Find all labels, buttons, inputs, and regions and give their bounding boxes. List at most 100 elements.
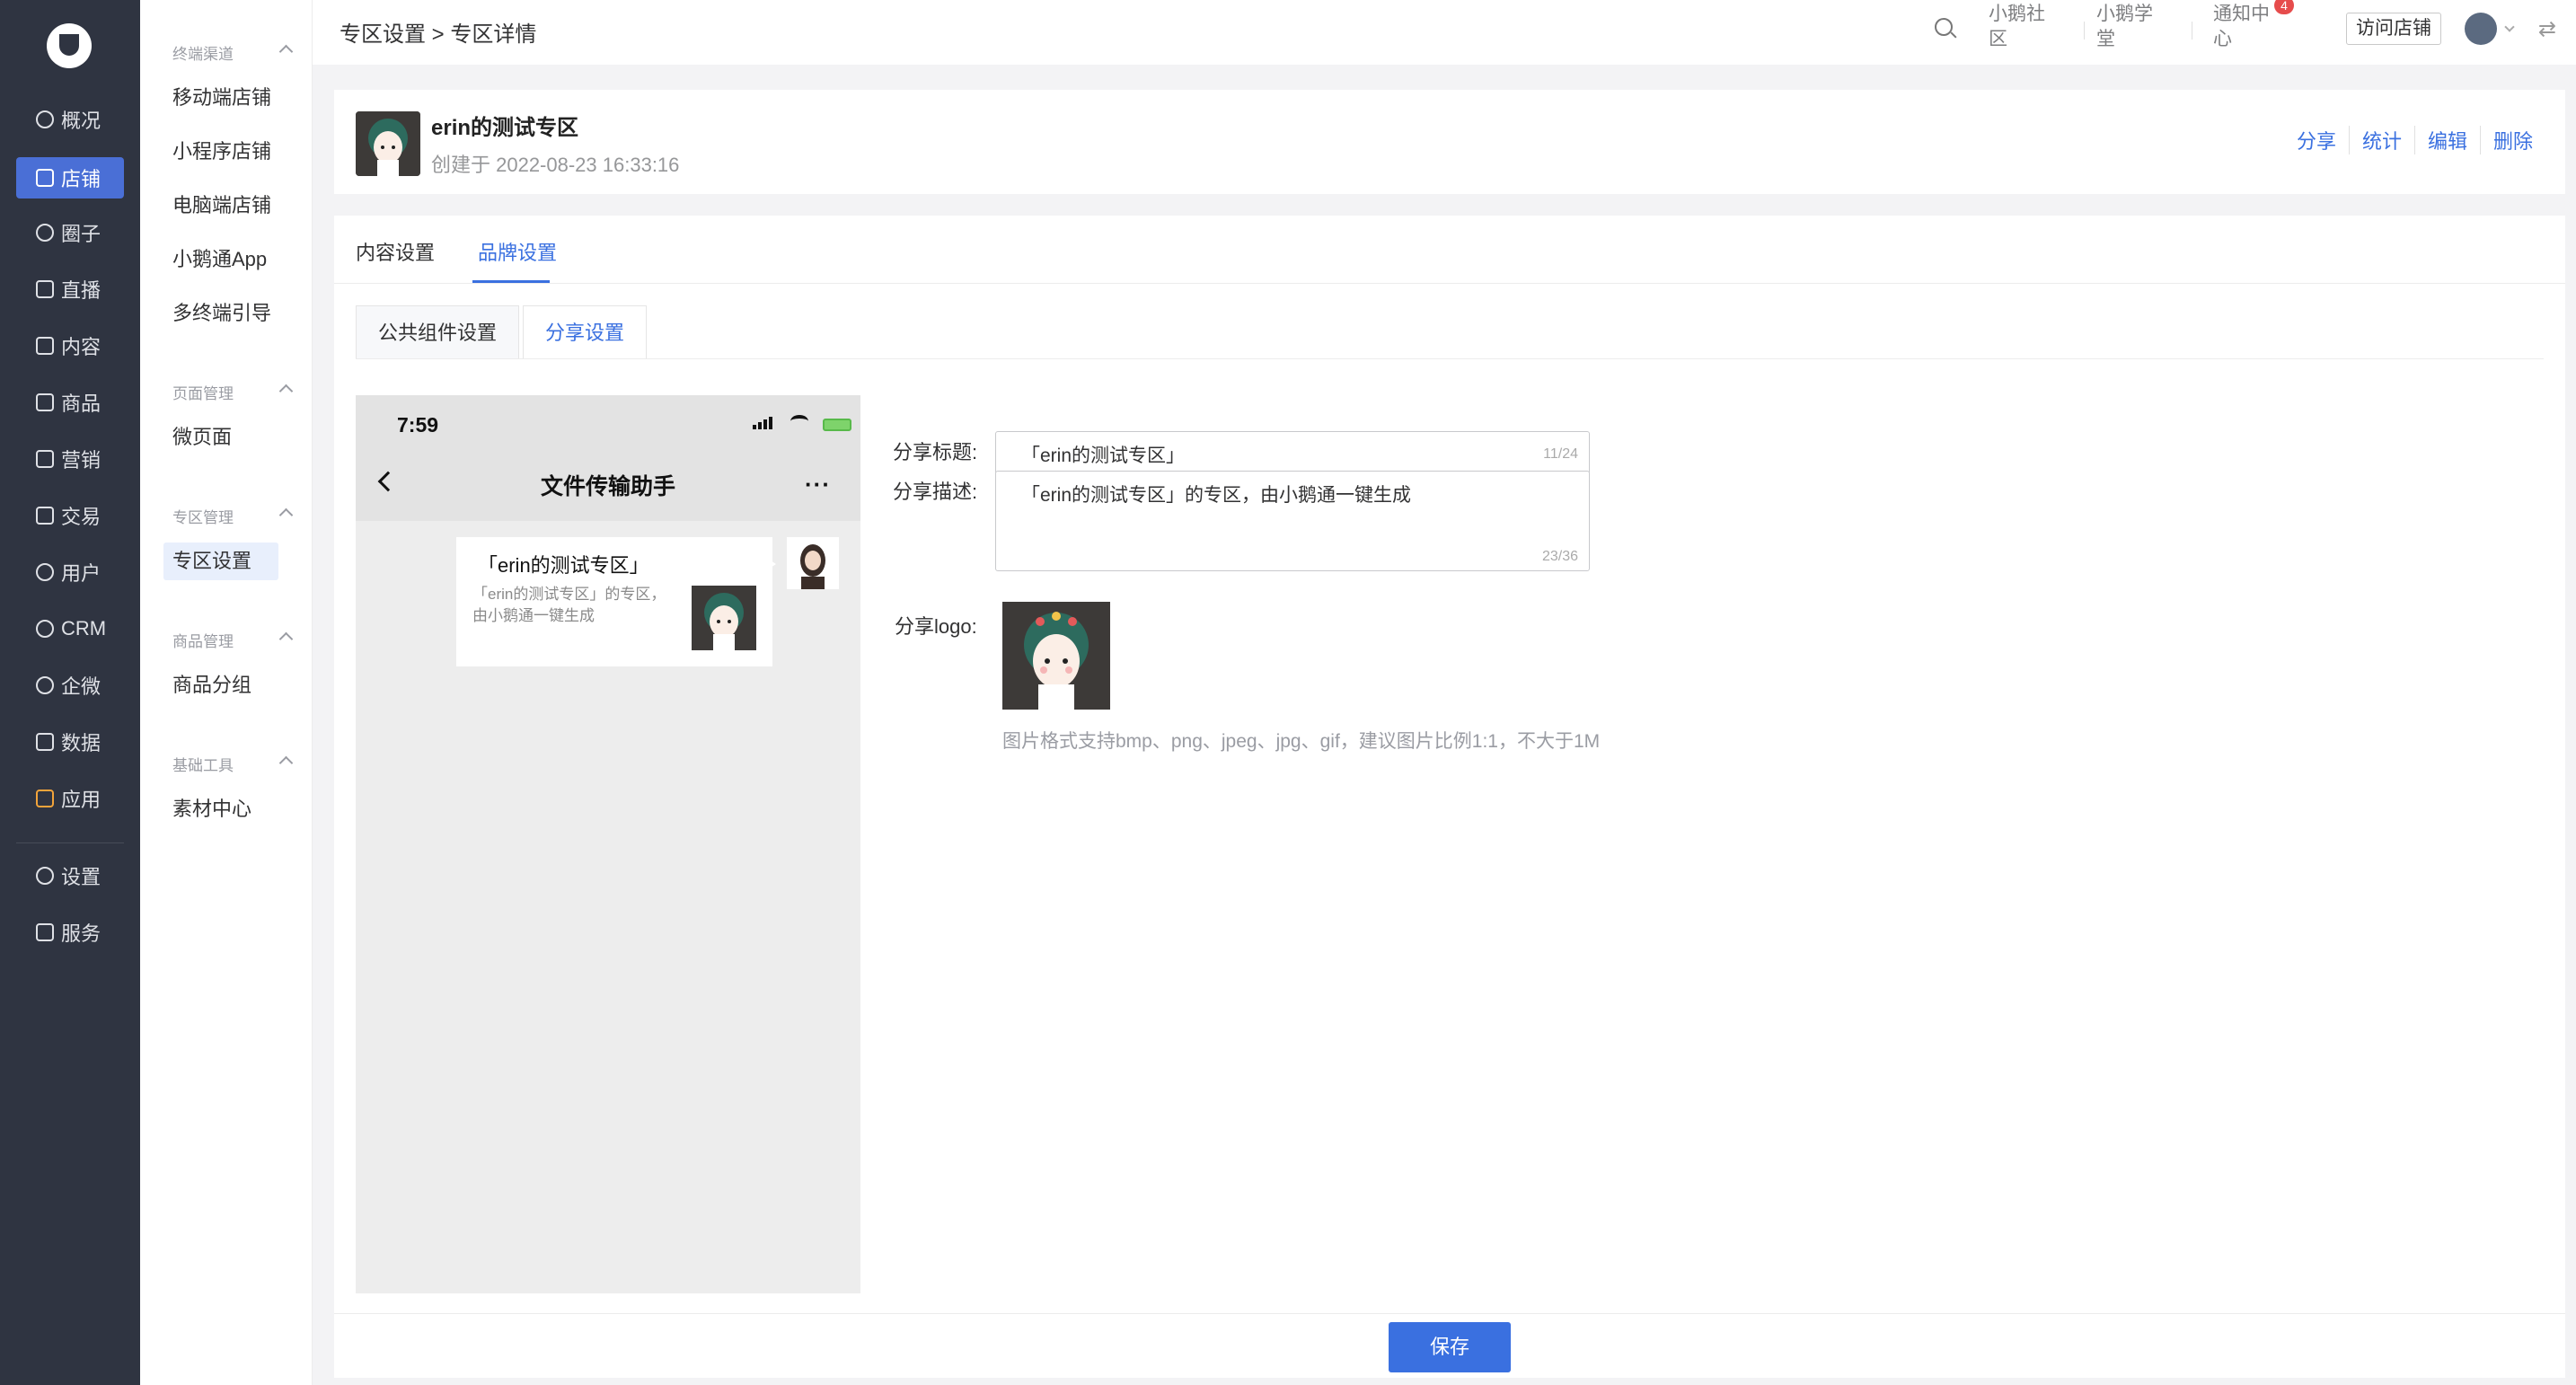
topbar-divider <box>2084 22 2085 40</box>
share-desc-textarea[interactable]: 「erin的测试专区」的专区，由小鹅通一键生成 23/36 <box>995 471 1590 571</box>
user-icon <box>36 563 54 581</box>
subnav-group-pages[interactable]: 页面管理 <box>172 381 294 403</box>
chat-user-avatar <box>787 537 839 589</box>
subnav-item-pc-shop[interactable]: 电脑端店铺 <box>172 187 271 225</box>
wecom-icon <box>36 676 54 694</box>
subnav-group-goods[interactable]: 商品管理 <box>172 629 294 651</box>
share-title-counter: 11/24 <box>1543 446 1578 462</box>
goods-icon <box>36 393 54 411</box>
marketing-icon <box>36 450 54 468</box>
academy-link[interactable]: 小鹅学堂 <box>2096 2 2168 52</box>
logo-format-hint: 图片格式支持bmp、png、jpeg、jpg、gif，建议图片比例1:1，不大于… <box>1002 731 1601 752</box>
chevron-down-icon[interactable] <box>2504 22 2515 32</box>
zone-header-card: erin的测试专区 创建于 2022-08-23 16:33:16 分享 统计 … <box>334 90 2565 194</box>
visit-shop-button[interactable]: 访问店铺 <box>2346 13 2441 45</box>
search-icon[interactable] <box>1935 18 1953 36</box>
tab-content-settings[interactable]: 内容设置 <box>356 237 435 266</box>
sidebar-item-content[interactable]: 内容 <box>16 325 124 366</box>
share-title-input[interactable]: 「erin的测试专区」 11/24 <box>995 431 1590 474</box>
shop-icon <box>36 169 54 187</box>
notification-badge: 4 <box>2274 0 2294 14</box>
sidebar-item-circle[interactable]: 圈子 <box>16 212 124 253</box>
content-icon <box>36 337 54 355</box>
subnav-item-mobile-shop[interactable]: 移动端店铺 <box>172 79 271 117</box>
subnav-item-material-center[interactable]: 素材中心 <box>172 790 251 828</box>
share-card-desc: 「erin的测试专区」的专区，由小鹅通一键生成 <box>472 586 666 624</box>
stats-link[interactable]: 统计 <box>2348 126 2414 154</box>
subnav-group-channels[interactable]: 终端渠道 <box>172 41 294 64</box>
sidebar-item-service[interactable]: 服务 <box>16 912 124 953</box>
share-card-title: 「erin的测试专区」 <box>478 554 649 577</box>
top-bar: 专区设置 > 专区详情 小鹅社区 小鹅学堂 通知中心 4 访问店铺 ⇄ <box>313 0 2576 65</box>
phone-header: 7:59 文件传输助手 ··· <box>356 395 860 521</box>
switch-icon[interactable]: ⇄ <box>2538 16 2556 42</box>
sidebar-item-trade[interactable]: 交易 <box>16 495 124 536</box>
share-desc-value: 「erin的测试专区」的专区，由小鹅通一键生成 <box>1021 485 1412 506</box>
phone-time: 7:59 <box>397 413 439 437</box>
chevron-up-icon <box>278 755 294 771</box>
sidebar-item-live[interactable]: 直播 <box>16 269 124 310</box>
sidebar-item-overview[interactable]: 概况 <box>16 99 124 140</box>
subnav-item-goods-group[interactable]: 商品分组 <box>172 666 251 704</box>
share-title-value: 「erin的测试专区」 <box>1021 445 1186 466</box>
sidebar-item-user[interactable]: 用户 <box>16 551 124 593</box>
notification-center-link[interactable]: 通知中心 <box>2213 2 2285 52</box>
tab-bar: 内容设置 品牌设置 <box>334 216 2565 284</box>
share-logo-image[interactable] <box>1002 602 1110 710</box>
sidebar-item-settings[interactable]: 设置 <box>16 855 124 896</box>
live-icon <box>36 280 54 298</box>
share-card-preview: 「erin的测试专区」 「erin的测试专区」的专区，由小鹅通一键生成 <box>456 537 776 666</box>
chevron-up-icon <box>278 631 294 647</box>
tab-common-components[interactable]: 公共组件设置 <box>356 305 520 359</box>
tab-brand-settings[interactable]: 品牌设置 <box>478 237 557 266</box>
signal-icon <box>753 417 772 429</box>
more-icon: ··· <box>805 471 831 498</box>
share-title-label: 分享标题: <box>893 441 978 463</box>
main-sidebar: 概况 店铺 圈子 直播 内容 商品 营销 交易 用户 CRM 企微 数据 应用 … <box>0 0 140 1385</box>
subnav-group-zones[interactable]: 专区管理 <box>172 505 294 527</box>
share-desc-counter: 23/36 <box>1541 549 1578 564</box>
sidebar-item-wecom[interactable]: 企微 <box>16 665 124 706</box>
service-icon <box>36 923 54 941</box>
tab-share-settings[interactable]: 分享设置 <box>523 305 648 359</box>
zone-title: erin的测试专区 <box>431 116 579 140</box>
circle-icon <box>36 224 54 242</box>
settings-card: 内容设置 品牌设置 公共组件设置 分享设置 7:59 文件传输助手 ··· 「e… <box>334 216 2565 1378</box>
apps-icon <box>36 790 54 807</box>
sidebar-item-marketing[interactable]: 营销 <box>16 438 124 480</box>
community-link[interactable]: 小鹅社区 <box>1989 2 2060 52</box>
share-logo-label: 分享logo: <box>895 615 977 638</box>
subnav-item-app[interactable]: 小鹅通App <box>172 241 267 278</box>
subnav-item-zone-settings[interactable]: 专区设置 <box>163 543 278 580</box>
crm-icon <box>36 620 54 638</box>
sidebar-item-goods[interactable]: 商品 <box>16 382 124 423</box>
sidebar-item-crm[interactable]: CRM <box>16 608 124 649</box>
subnav-item-micro-page[interactable]: 微页面 <box>172 419 232 456</box>
edit-link[interactable]: 编辑 <box>2413 126 2480 154</box>
avatar[interactable] <box>2465 13 2497 45</box>
settings-icon <box>36 867 54 885</box>
chevron-up-icon <box>278 44 294 59</box>
zone-cover-image <box>356 111 420 176</box>
delete-link[interactable]: 删除 <box>2479 126 2545 154</box>
app-logo[interactable] <box>47 23 92 68</box>
breadcrumb: 专区设置 > 专区详情 <box>340 22 537 47</box>
share-card-thumbnail <box>692 586 756 650</box>
subnav-group-tools[interactable]: 基础工具 <box>172 753 294 775</box>
subtab-divider <box>356 358 2544 359</box>
tab-active-indicator <box>472 280 550 283</box>
sidebar-item-apps[interactable]: 应用 <box>16 778 124 819</box>
wifi-icon <box>790 415 808 428</box>
sub-navigation: 终端渠道 移动端店铺 小程序店铺 电脑端店铺 小鹅通App 多终端引导 页面管理… <box>140 0 313 1385</box>
save-button[interactable]: 保存 <box>1389 1322 1511 1372</box>
subnav-item-multi-terminal[interactable]: 多终端引导 <box>172 295 271 332</box>
trade-icon <box>36 507 54 525</box>
data-icon <box>36 733 54 751</box>
sidebar-item-data[interactable]: 数据 <box>16 721 124 763</box>
share-link[interactable]: 分享 <box>2284 126 2349 154</box>
footer-divider <box>334 1313 2565 1314</box>
battery-icon <box>823 419 851 431</box>
sidebar-item-shop[interactable]: 店铺 <box>16 157 124 198</box>
chat-title: 文件传输助手 <box>540 474 675 499</box>
subnav-item-miniprogram-shop[interactable]: 小程序店铺 <box>172 133 271 171</box>
